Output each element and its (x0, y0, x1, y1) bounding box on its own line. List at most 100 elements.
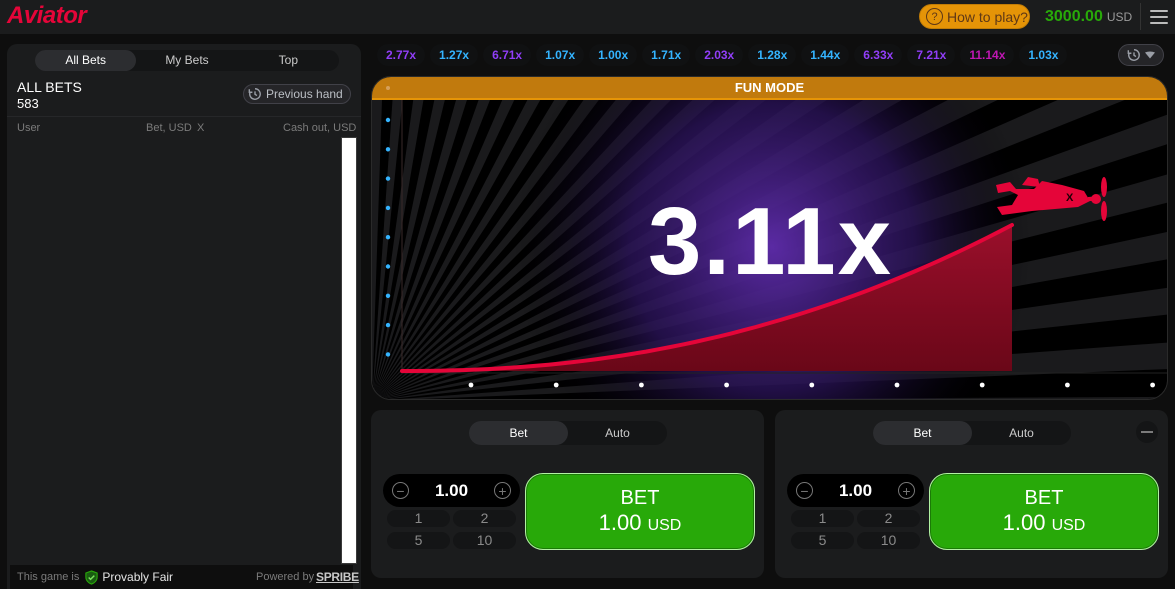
history-multiplier[interactable]: 1.27x (430, 44, 479, 66)
spribe-logo[interactable]: SPRIBE (316, 570, 359, 584)
remove-bet-panel-button[interactable] (1136, 421, 1158, 443)
tab-my-bets[interactable]: My Bets (136, 50, 237, 71)
x-axis-dot (1150, 382, 1155, 388)
history-toggle-button[interactable] (1118, 44, 1164, 66)
bet-button-currency: USD (647, 517, 682, 534)
y-axis-dot (385, 352, 391, 357)
tab-bet[interactable]: Bet (873, 421, 972, 445)
col-user: User (17, 122, 41, 134)
how-to-play-label: How to play? (947, 8, 1028, 25)
bet-mode-tabs: Bet Auto (873, 421, 1071, 445)
history-multiplier[interactable]: 2.77x (377, 44, 426, 66)
caret-down-icon (1145, 51, 1155, 59)
col-cashout: Cash out, USD (283, 122, 357, 134)
y-axis-dot (385, 117, 391, 123)
bet-button-title: BET (620, 487, 660, 509)
quick-amount-1[interactable]: 1 (791, 510, 854, 527)
bet-mode-tabs: Bet Auto (469, 421, 667, 445)
y-axis-dot (385, 322, 391, 328)
fun-mode-banner: FUN MODE (372, 77, 1167, 100)
previous-hand-label: Previous hand (266, 87, 343, 101)
history-multiplier[interactable]: 1.07x (536, 44, 585, 66)
bet-amount-stepper: − 1.00 + (787, 474, 924, 507)
history-multiplier[interactable]: 7.21x (907, 44, 956, 66)
x-axis-dot (468, 382, 474, 388)
col-x: X (197, 122, 205, 134)
bet-amount-input[interactable]: 1.00 (839, 481, 872, 501)
tab-top[interactable]: Top (238, 50, 339, 71)
increase-icon[interactable]: + (494, 482, 511, 499)
bet-panel-1: Bet Auto − 1.00 + 1 2 5 10 BET 1.00 USD (371, 410, 764, 578)
bet-button-amount-row: 1.00 USD (526, 510, 754, 536)
banner-dot (386, 86, 390, 90)
col-bet: Bet, USD (146, 122, 192, 134)
history-multiplier[interactable]: 6.71x (483, 44, 532, 66)
balance-currency: USD (1106, 10, 1133, 24)
tab-auto[interactable]: Auto (972, 421, 1071, 445)
bet-amount-stepper: − 1.00 + (383, 474, 520, 507)
quick-amount-2[interactable]: 2 (453, 510, 516, 527)
tab-auto[interactable]: Auto (568, 421, 667, 445)
x-axis-dot (639, 382, 644, 388)
top-bar: Aviator ? How to play? 3000.00 USD (0, 0, 1175, 34)
hamburger-menu-icon[interactable] (1150, 10, 1168, 24)
bet-button-title: BET (1024, 487, 1064, 509)
quick-amount-1[interactable]: 1 (387, 510, 450, 527)
bet-button-amount-row: 1.00 USD (930, 510, 1158, 536)
x-axis-dot (894, 382, 900, 388)
aviator-logo[interactable]: Aviator (7, 2, 87, 30)
game-stage: X FUN MODE 3.11x (371, 76, 1168, 400)
history-multiplier[interactable]: 6.33x (854, 44, 903, 66)
increase-icon[interactable]: + (898, 482, 915, 499)
x-axis-dot (553, 382, 559, 388)
quick-amount-10[interactable]: 10 (453, 532, 516, 549)
x-axis-dot (1065, 382, 1070, 388)
footer-prefix: This game is (17, 571, 80, 583)
provably-fair-link[interactable]: Provably Fair (102, 570, 173, 584)
list-divider (7, 116, 361, 117)
question-icon: ? (926, 8, 943, 25)
bet-button-amount: 1.00 (1002, 510, 1046, 535)
bets-panel: All Bets My Bets Top ALL BETS 583 Previo… (7, 44, 361, 589)
quick-amount-2[interactable]: 2 (857, 510, 920, 527)
history-icon (248, 88, 261, 100)
tab-all-bets[interactable]: All Bets (35, 50, 137, 71)
quick-amount-5[interactable]: 5 (387, 532, 450, 549)
bet-button-currency: USD (1051, 517, 1086, 534)
balance-amount: 3000.00 (1045, 8, 1103, 25)
bet-button[interactable]: BET 1.00 USD (525, 473, 755, 550)
x-axis-dot (979, 382, 985, 388)
bet-panel-2: Bet Auto − 1.00 + 1 2 5 10 BET 1.00 USD (775, 410, 1168, 578)
header-divider (1140, 3, 1141, 30)
current-multiplier: 3.11x (648, 188, 893, 295)
bet-amount-input[interactable]: 1.00 (435, 481, 468, 501)
history-multiplier[interactable]: 1.03x (1019, 44, 1068, 66)
quick-amount-10[interactable]: 10 (857, 532, 920, 549)
all-bets-title: ALL BETS (17, 79, 82, 95)
x-axis-dot (809, 382, 815, 388)
provably-fair-footer: This game is Provably Fair Powered by SP… (10, 565, 359, 589)
bets-list-scrollbar[interactable] (341, 137, 357, 564)
y-axis-dot (385, 147, 391, 152)
decrease-icon[interactable]: − (796, 482, 813, 499)
history-multiplier[interactable]: 1.28x (748, 44, 797, 66)
history-multiplier[interactable]: 2.03x (695, 44, 744, 66)
powered-by-label: Powered by (256, 571, 315, 583)
all-bets-count: 583 (17, 96, 39, 111)
how-to-play-button[interactable]: ? How to play? (919, 4, 1030, 29)
y-axis-dot (385, 176, 391, 181)
shield-check-icon (85, 569, 99, 585)
previous-hand-button[interactable]: Previous hand (243, 84, 351, 104)
history-multiplier[interactable]: 1.00x (589, 44, 638, 66)
x-axis-dot (724, 382, 729, 388)
quick-amount-5[interactable]: 5 (791, 532, 854, 549)
decrease-icon[interactable]: − (392, 482, 409, 499)
history-multiplier[interactable]: 11.14x (960, 44, 1015, 66)
bet-button[interactable]: BET 1.00 USD (929, 473, 1159, 550)
history-multiplier[interactable]: 1.44x (801, 44, 850, 66)
history-multiplier[interactable]: 1.71x (642, 44, 691, 66)
history-icon (1127, 49, 1140, 61)
multiplier-history: 2.77x 1.27x 6.71x 1.07x 1.00x 1.71x 2.03x 1.28x… (377, 44, 1117, 66)
tab-bet[interactable]: Bet (469, 421, 568, 445)
minus-icon (1141, 431, 1153, 433)
